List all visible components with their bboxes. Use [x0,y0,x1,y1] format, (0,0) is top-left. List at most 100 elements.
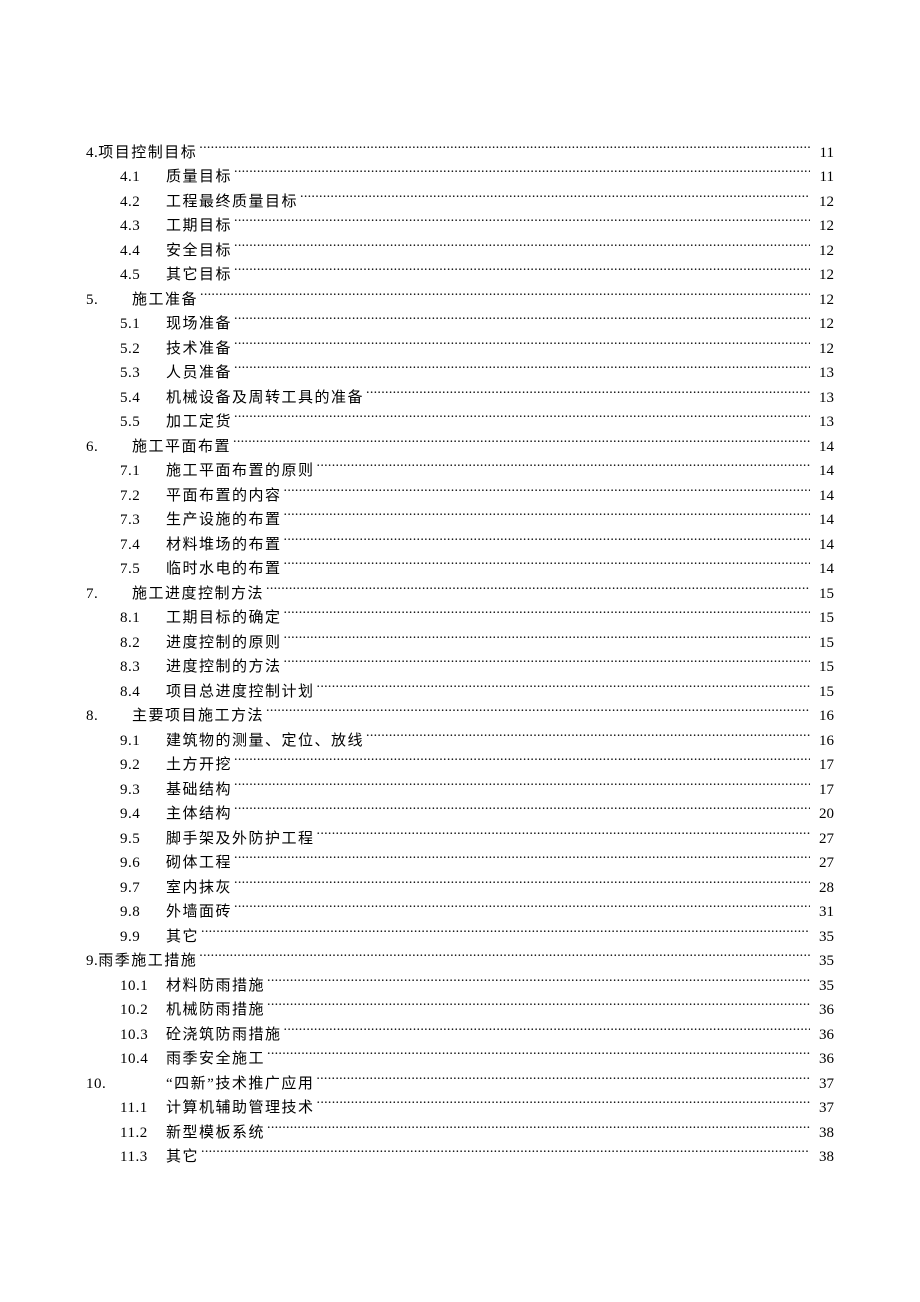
toc-leader [267,1047,810,1064]
toc-title: 其它目标 [166,263,232,287]
toc-number: 10.2 [120,998,166,1022]
toc-title: 项目控制目标 [98,141,197,165]
toc-page-number: 15 [812,680,834,704]
toc-entry: 5.施工准备12 [86,287,834,312]
toc-title: 脚手架及外防护工程 [166,827,315,851]
toc-number: 10.4 [120,1047,166,1071]
toc-title: 平面布置的内容 [166,484,282,508]
toc-number: 4.4 [120,239,166,263]
toc-entry: 9.2土方开挖17 [120,753,834,778]
toc-number: 11.2 [120,1121,166,1145]
toc-title: 工期目标的确定 [166,606,282,630]
toc-page-number: 38 [812,1121,834,1145]
toc-page-number: 16 [812,704,834,728]
toc-page-number: 37 [812,1096,834,1120]
toc-title: 砌体工程 [166,851,232,875]
toc-page-number: 20 [812,802,834,826]
toc-entry: 10.3 砼浇筑防雨措施36 [120,1022,834,1047]
toc-page-number: 31 [812,900,834,924]
toc-entry: 6.施工平面布置14 [86,434,834,459]
toc-title: 施工进度控制方法 [132,582,264,606]
toc-number: 9.7 [120,876,166,900]
toc-leader [201,1145,810,1162]
toc-title: 施工准备 [132,288,198,312]
toc-entry: 4.1质量目标11 [120,165,834,190]
toc-leader [366,728,810,745]
toc-entry: 7.2平面布置的内容14 [120,483,834,508]
toc-page-number: 14 [812,508,834,532]
toc-leader [234,312,810,329]
toc-leader [233,434,810,451]
toc-entry: 7.5临时水电的布置14 [120,557,834,582]
toc-title: 生产设施的布置 [166,508,282,532]
toc-leader [234,361,810,378]
toc-leader [284,1022,810,1039]
toc-page-number: 13 [812,361,834,385]
toc-number: 9.9 [120,925,166,949]
toc-page-number: 14 [812,557,834,581]
toc-page-number: 16 [812,729,834,753]
toc-leader [199,140,810,157]
toc-entry: 7.4材料堆场的布置14 [120,532,834,557]
toc-page-number: 14 [812,533,834,557]
toc-title: 工程最终质量目标 [166,190,298,214]
toc-entry: 8.2进度控制的原则15 [120,630,834,655]
toc-leader [234,802,810,819]
toc-entry: 7.施工进度控制方法15 [86,581,834,606]
toc-entry: 10.2 机械防雨措施36 [120,998,834,1023]
toc-number: 9.4 [120,802,166,826]
toc-entry: 9.7室内抹灰28 [120,875,834,900]
toc-title: “四新”技术推广应用 [166,1072,314,1096]
toc-number: 5.1 [120,312,166,336]
toc-title: 技术准备 [166,337,232,361]
toc-title: 人员准备 [166,361,232,385]
toc-leader [234,900,810,917]
toc-title: 加工定货 [166,410,232,434]
toc-page-number: 14 [812,484,834,508]
toc-leader [266,581,810,598]
toc-title: 现场准备 [166,312,232,336]
toc-entry: 4.项目控制目标11 [86,140,834,165]
toc-entry: 9.3基础结构17 [120,777,834,802]
toc-number: 10. [86,1072,166,1096]
toc-entry: 5.1现场准备12 [120,312,834,337]
toc-number: 9. [86,949,98,973]
toc-page-number: 12 [812,263,834,287]
toc-leader [284,630,810,647]
toc-page-number: 35 [812,974,834,998]
toc-entry: 9.1建筑物的测量、定位、放线16 [120,728,834,753]
toc-title: 临时水电的布置 [166,557,282,581]
toc-leader [284,532,810,549]
toc-number: 11.1 [120,1096,166,1120]
toc-entry: 10.“四新”技术推广应用37 [86,1071,834,1096]
toc-entry: 10.4 雨季安全施工36 [120,1047,834,1072]
toc-leader [317,826,810,843]
toc-number: 7. [86,582,132,606]
toc-number: 11.3 [120,1145,166,1169]
toc-entry: 9.5脚手架及外防护工程27 [120,826,834,851]
toc-leader [284,606,810,623]
toc-entry: 5.4机械设备及周转工具的准备13 [120,385,834,410]
toc-number: 9.6 [120,851,166,875]
toc-leader [234,238,810,255]
toc-entry: 4.2工程最终质量目标12 [120,189,834,214]
toc-leader [267,973,810,990]
toc-title: 其它 [166,1145,199,1169]
toc-page-number: 15 [812,655,834,679]
toc-leader [201,924,810,941]
toc-page-number: 14 [812,459,834,483]
toc-leader [284,557,810,574]
toc-title: 项目总进度控制计划 [166,680,315,704]
toc-entry: 9.雨季施工措施35 [86,949,834,974]
toc-number: 9.1 [120,729,166,753]
toc-title: 材料堆场的布置 [166,533,282,557]
toc-page-number: 13 [812,386,834,410]
toc-entry: 8.4项目总进度控制计划15 [120,679,834,704]
toc-entry: 8.3进度控制的方法15 [120,655,834,680]
toc-entry: 5.2技术准备12 [120,336,834,361]
toc-title: 工期目标 [166,214,232,238]
toc-leader [366,385,810,402]
toc-leader [317,1096,810,1113]
toc-title: 进度控制的原则 [166,631,282,655]
toc-leader [234,753,810,770]
